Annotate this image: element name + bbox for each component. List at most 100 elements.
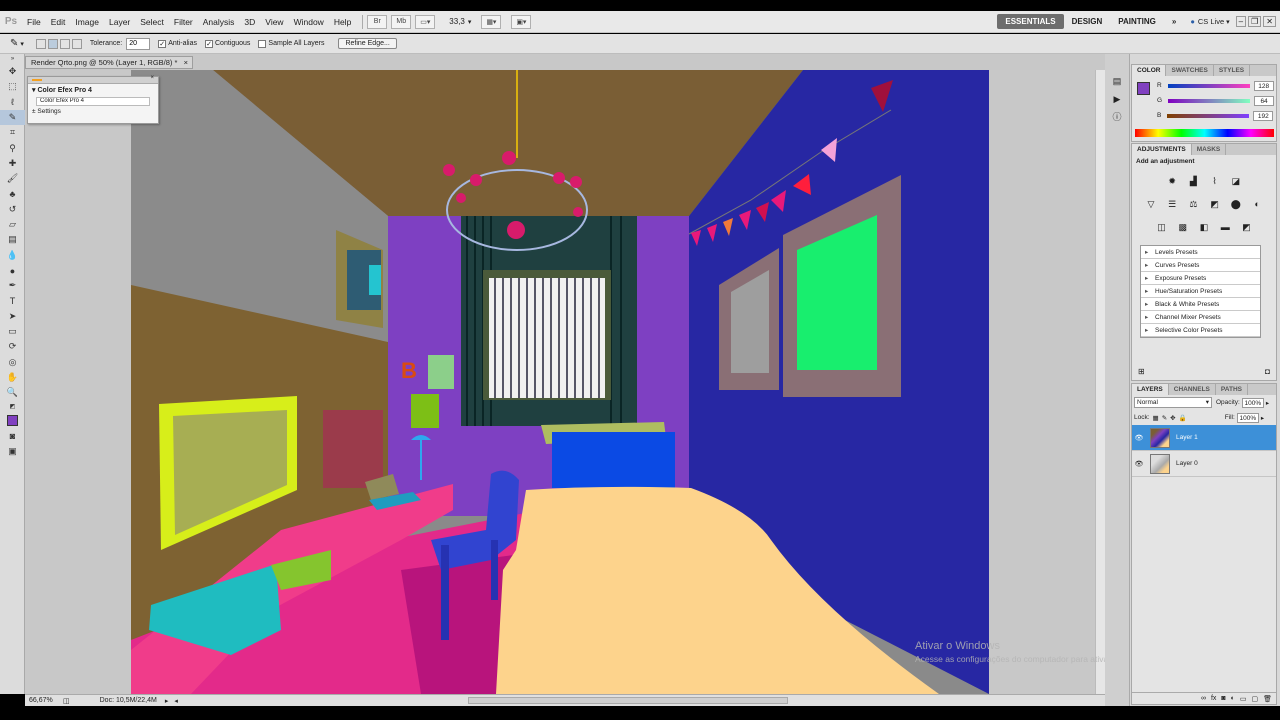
photo-filter-icon[interactable]: ⬤ bbox=[1229, 199, 1242, 210]
clone-stamp-tool-icon[interactable]: ♣ bbox=[0, 186, 25, 201]
sample-all-layers-checkbox[interactable] bbox=[258, 39, 267, 48]
cs-live-icon[interactable]: ● bbox=[1190, 17, 1195, 26]
close-document-icon[interactable]: × bbox=[184, 57, 188, 69]
actions-panel-icon[interactable]: ▶ bbox=[1105, 90, 1129, 108]
levels-icon[interactable]: ▟ bbox=[1187, 176, 1200, 187]
lasso-tool-icon[interactable]: ℓ bbox=[0, 95, 25, 110]
3d-orbit-tool-icon[interactable]: ◎ bbox=[0, 355, 25, 370]
close-app-button[interactable]: ✕ bbox=[1263, 16, 1276, 27]
tab-channels[interactable]: CHANNELS bbox=[1169, 384, 1216, 395]
clip-to-layer-icon[interactable]: ◘ bbox=[1265, 367, 1270, 376]
arrange-documents-button[interactable]: ▦▾ bbox=[481, 14, 502, 29]
shape-tool-icon[interactable]: ▭ bbox=[0, 324, 25, 339]
efex-list-item[interactable]: Color Efex Pro 4 bbox=[36, 97, 150, 106]
menu-select[interactable]: Select bbox=[135, 17, 169, 27]
restore-button[interactable]: ❐ bbox=[1248, 16, 1262, 27]
layer-0-visibility-icon[interactable]: 👁 bbox=[1132, 460, 1146, 468]
status-zoom[interactable]: 66,67% bbox=[29, 697, 59, 704]
minimize-button[interactable]: – bbox=[1235, 16, 1247, 27]
layer-1-name[interactable]: Layer 1 bbox=[1176, 434, 1198, 441]
menu-help[interactable]: Help bbox=[329, 17, 356, 27]
new-adjustment-layer-icon[interactable]: ◐ bbox=[1231, 695, 1235, 702]
subtract-selection-icon[interactable] bbox=[59, 38, 70, 49]
menu-filter[interactable]: Filter bbox=[169, 17, 198, 27]
lock-position-icon[interactable]: ✥ bbox=[1170, 414, 1175, 422]
hand-tool-icon[interactable]: ✋ bbox=[0, 370, 25, 385]
fill-value[interactable]: 100% bbox=[1236, 412, 1259, 423]
screen-mode-icon[interactable]: ▣ bbox=[0, 444, 25, 459]
color-g-value[interactable]: 64 bbox=[1254, 95, 1275, 106]
blend-mode-select[interactable]: Normal ▾ bbox=[1134, 397, 1212, 408]
layer-0-name[interactable]: Layer 0 bbox=[1176, 460, 1198, 467]
opacity-slider-icon[interactable]: ▸ bbox=[1266, 399, 1269, 407]
gradient-map-icon[interactable]: ▬ bbox=[1219, 222, 1232, 233]
color-spectrum-bar[interactable] bbox=[1135, 129, 1274, 137]
new-group-icon[interactable]: ▭ bbox=[1240, 695, 1247, 703]
menu-view[interactable]: View bbox=[260, 17, 288, 27]
pen-tool-icon[interactable]: ✒ bbox=[0, 278, 25, 293]
mini-bridge-button[interactable]: Mb bbox=[391, 14, 412, 29]
preset-levels[interactable]: Levels Presets bbox=[1141, 246, 1260, 259]
menu-edit[interactable]: Edit bbox=[46, 17, 71, 27]
intersect-selection-icon[interactable] bbox=[71, 38, 82, 49]
gradient-tool-icon[interactable]: ▤ bbox=[0, 232, 25, 247]
crop-tool-icon[interactable]: ⌗ bbox=[0, 125, 25, 140]
opacity-value[interactable]: 100% bbox=[1241, 397, 1264, 408]
quick-selection-tool-icon[interactable]: ✎ bbox=[0, 109, 25, 126]
toolbox-collapse-icon[interactable]: » bbox=[0, 54, 25, 64]
preset-hue-saturation[interactable]: Hue/Saturation Presets bbox=[1141, 285, 1260, 298]
quick-selection-tool-icon[interactable]: ✎ bbox=[10, 38, 18, 49]
marquee-tool-icon[interactable]: ⬚ bbox=[0, 79, 25, 94]
zoom-tool-icon[interactable]: 🔍 bbox=[0, 385, 25, 400]
workspace-essentials[interactable]: ESSENTIALS bbox=[997, 14, 1064, 29]
anti-alias-checkbox[interactable]: ✓ bbox=[158, 39, 167, 48]
canvas-horizontal-scrollbar[interactable] bbox=[467, 697, 788, 704]
add-mask-icon[interactable]: ◙ bbox=[1221, 695, 1225, 702]
launch-bridge-button[interactable]: Br bbox=[367, 14, 388, 29]
foreground-color-swatch[interactable] bbox=[7, 415, 18, 427]
vibrance-icon[interactable]: ▽ bbox=[1144, 199, 1157, 210]
layer-row-layer-1[interactable]: 👁 Layer 1 bbox=[1132, 425, 1276, 451]
preset-black-white[interactable]: Black & White Presets bbox=[1141, 298, 1260, 311]
tolerance-input[interactable] bbox=[126, 37, 151, 50]
black-white-icon[interactable]: ◩ bbox=[1208, 199, 1221, 210]
workspace-painting[interactable]: PAINTING bbox=[1110, 14, 1164, 29]
color-b-value[interactable]: 192 bbox=[1253, 110, 1274, 121]
quick-mask-icon[interactable]: ◙ bbox=[0, 429, 25, 444]
threshold-icon[interactable]: ◧ bbox=[1198, 222, 1211, 233]
menu-image[interactable]: Image bbox=[70, 17, 104, 27]
add-selection-icon[interactable] bbox=[47, 38, 58, 49]
eyedropper-tool-icon[interactable]: ⚲ bbox=[0, 140, 25, 155]
exposure-icon[interactable]: ◪ bbox=[1229, 176, 1242, 187]
zoom-dropdown-icon[interactable]: ▾ bbox=[468, 18, 472, 26]
layer-row-layer-0[interactable]: 👁 Layer 0 bbox=[1132, 451, 1276, 477]
dodge-tool-icon[interactable]: ● bbox=[0, 263, 25, 278]
preset-curves[interactable]: Curves Presets bbox=[1141, 259, 1260, 272]
tool-preset-dropdown-icon[interactable]: ▾ bbox=[20, 40, 24, 48]
efex-titlebar[interactable]: × bbox=[28, 75, 158, 84]
document-canvas[interactable]: B bbox=[131, 70, 989, 694]
color-r-slider[interactable] bbox=[1167, 83, 1250, 88]
tab-paths[interactable]: PATHS bbox=[1216, 384, 1248, 395]
selective-color-icon[interactable]: ◩ bbox=[1240, 222, 1253, 233]
color-r-value[interactable]: 128 bbox=[1253, 80, 1274, 91]
preset-channel-mixer[interactable]: Channel Mixer Presets bbox=[1141, 311, 1260, 324]
channel-mixer-icon[interactable]: ◐ bbox=[1251, 199, 1264, 210]
menu-3d[interactable]: 3D bbox=[239, 17, 260, 27]
return-to-list-icon[interactable]: ⊞ bbox=[1138, 367, 1145, 376]
tab-swatches[interactable]: SWATCHES bbox=[1166, 65, 1214, 76]
preset-exposure[interactable]: Exposure Presets bbox=[1141, 272, 1260, 285]
menu-layer[interactable]: Layer bbox=[104, 17, 135, 27]
screen-mode-button[interactable]: ▣▾ bbox=[511, 14, 532, 29]
document-tab[interactable]: Render Qrto.png @ 50% (Layer 1, RGB/8) *… bbox=[25, 56, 193, 69]
efex-title-row[interactable]: ▾ Color Efex Pro 4 bbox=[28, 84, 158, 96]
lock-image-icon[interactable]: ✎ bbox=[1162, 414, 1167, 422]
menu-file[interactable]: File bbox=[22, 17, 46, 27]
more-workspaces-button[interactable]: » bbox=[1164, 14, 1184, 29]
color-g-slider[interactable] bbox=[1168, 98, 1251, 103]
curves-icon[interactable]: ⌇ bbox=[1208, 176, 1221, 187]
blur-tool-icon[interactable]: 💧 bbox=[0, 248, 25, 263]
refine-edge-button[interactable]: Refine Edge... bbox=[338, 38, 397, 49]
menu-analysis[interactable]: Analysis bbox=[198, 17, 240, 27]
preset-selective-color[interactable]: Selective Color Presets bbox=[1141, 324, 1260, 337]
